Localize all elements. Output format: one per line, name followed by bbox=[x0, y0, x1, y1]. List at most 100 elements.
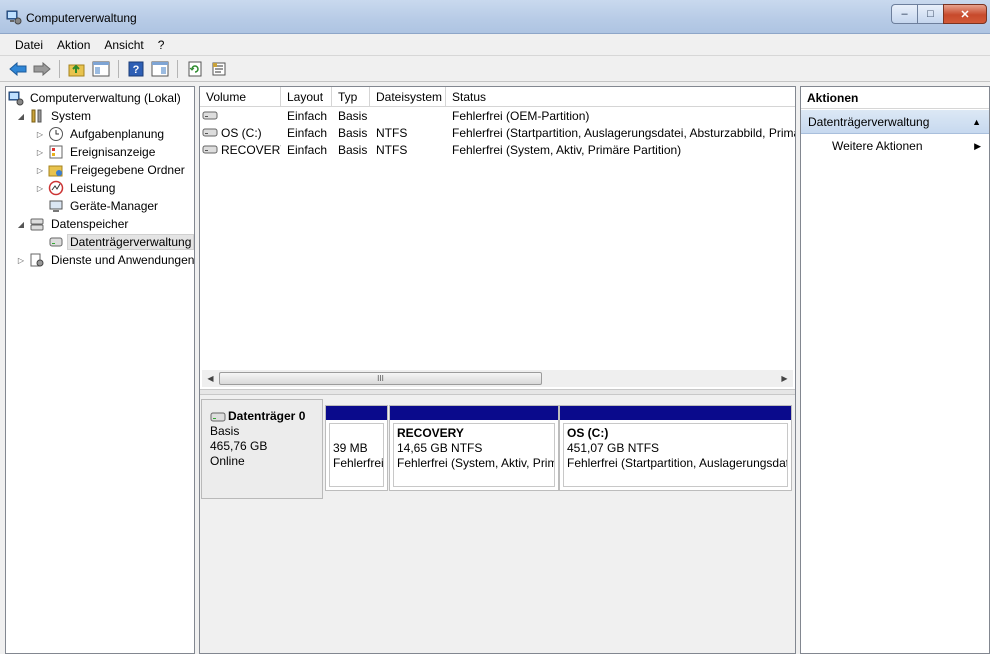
actions-section-datentraegerverwaltung[interactable]: Datenträgerverwaltung ▲ bbox=[801, 110, 989, 134]
device-manager-icon bbox=[48, 198, 64, 214]
tree-item[interactable]: ▷ Freigegebene Ordner bbox=[35, 161, 188, 179]
disk-size: 465,76 GB bbox=[210, 439, 268, 453]
tree-expander-icon[interactable]: ◢ bbox=[16, 112, 26, 121]
horizontal-scrollbar[interactable]: ◀ III ▶ bbox=[202, 370, 793, 387]
forward-button[interactable] bbox=[32, 59, 52, 79]
arrow-right-icon bbox=[33, 61, 51, 76]
action-pane-button[interactable] bbox=[150, 59, 170, 79]
partition-details: OS (C:) 451,07 GB NTFS Fehlerfrei (Start… bbox=[563, 423, 788, 487]
console-tree-button[interactable] bbox=[91, 59, 111, 79]
tree-item[interactable]: ◢ Datenspeicher bbox=[16, 215, 131, 233]
volume-list-header: Volume Layout Typ Dateisystem Status bbox=[200, 87, 795, 107]
tree-item[interactable]: ▷ Dienste und Anwendungen bbox=[16, 251, 197, 269]
title-bar[interactable]: Computerverwaltung ‒ □ ✕ bbox=[0, 0, 990, 34]
partition-oem[interactable]: 39 MB Fehlerfrei bbox=[325, 405, 388, 491]
tree-item-label: Freigegebene Ordner bbox=[70, 163, 185, 177]
cell-dateisystem: NTFS bbox=[376, 126, 408, 140]
actions-header: Aktionen bbox=[801, 87, 989, 109]
performance-icon bbox=[48, 180, 64, 196]
tree-expander-icon[interactable]: ▷ bbox=[35, 130, 45, 139]
cell-layout: Einfach bbox=[287, 143, 328, 157]
tree-item[interactable]: ▷ Leistung bbox=[35, 179, 118, 197]
up-folder-button[interactable] bbox=[67, 59, 87, 79]
console-tree-icon bbox=[92, 61, 110, 76]
cell-typ: Basis bbox=[338, 126, 368, 140]
menu-ansicht[interactable]: Ansicht bbox=[97, 38, 150, 52]
partition-recovery[interactable]: RECOVERY 14,65 GB NTFS Fehlerfrei (Syste… bbox=[389, 405, 559, 491]
computer-management-icon bbox=[8, 90, 24, 106]
disk-name: Datenträger 0 bbox=[228, 409, 306, 423]
tree-item[interactable]: Geräte-Manager bbox=[35, 197, 161, 215]
tree-expander-icon[interactable]: ▷ bbox=[35, 148, 45, 157]
column-header-layout[interactable]: Layout bbox=[281, 87, 332, 107]
menu-help[interactable]: ? bbox=[151, 38, 172, 52]
content-pane: Volume Layout Typ Dateisystem Status Ein… bbox=[199, 86, 796, 654]
tree-item[interactable]: Datenträgerverwaltung bbox=[35, 233, 195, 251]
volume-row[interactable]: RECOVERY Einfach Basis NTFS Fehlerfrei (Syst… bbox=[200, 142, 795, 159]
minimize-button[interactable]: ‒ bbox=[891, 4, 917, 24]
tree-item-label: Ereignisanzeige bbox=[70, 145, 156, 159]
column-header-status[interactable]: Status bbox=[446, 87, 795, 107]
cell-dateisystem bbox=[370, 108, 446, 125]
collapse-caret-icon[interactable]: ▲ bbox=[972, 110, 981, 134]
back-button[interactable] bbox=[8, 59, 28, 79]
cell-typ: Basis bbox=[338, 109, 368, 123]
refresh-icon bbox=[188, 61, 202, 76]
tree-item-label: Geräte-Manager bbox=[70, 199, 159, 213]
cell-volume: OS (C:) bbox=[200, 125, 281, 142]
volume-icon bbox=[202, 125, 218, 142]
partition-bar bbox=[326, 406, 387, 420]
toolbar-separator bbox=[177, 59, 178, 78]
disk-type: Basis bbox=[210, 424, 240, 438]
maximize-button[interactable]: □ bbox=[917, 4, 943, 24]
clock-icon bbox=[48, 126, 64, 142]
toolbar-separator bbox=[59, 59, 60, 78]
tree-expander-icon[interactable]: ▷ bbox=[16, 256, 26, 265]
partition-status: Fehlerfrei bbox=[333, 456, 384, 470]
cell-dateisystem: NTFS bbox=[376, 143, 408, 157]
volume-icon bbox=[202, 142, 218, 159]
scroll-right-arrow[interactable]: ▶ bbox=[776, 370, 793, 387]
scrollbar-thumb[interactable]: III bbox=[219, 372, 542, 385]
tree-expander-icon[interactable]: ▷ bbox=[35, 184, 45, 193]
disk-info[interactable]: Datenträger 0 Basis 465,76 GB Online bbox=[201, 399, 323, 499]
toolbar-separator bbox=[118, 59, 119, 78]
help-button[interactable]: ? bbox=[126, 59, 146, 79]
partition-os[interactable]: OS (C:) 451,07 GB NTFS Fehlerfrei (Start… bbox=[559, 405, 792, 491]
partition-details: RECOVERY 14,65 GB NTFS Fehlerfrei (Syste… bbox=[393, 423, 555, 487]
close-button[interactable]: ✕ bbox=[943, 4, 987, 24]
properties-button[interactable] bbox=[209, 59, 229, 79]
tree-expander-icon[interactable]: ▷ bbox=[35, 166, 45, 175]
volume-row[interactable]: OS (C:) Einfach Basis NTFS Fehlerfrei (Start… bbox=[200, 125, 795, 142]
column-header-dateisystem[interactable]: Dateisystem bbox=[370, 87, 446, 107]
cell-volume bbox=[200, 108, 281, 125]
tree-item-label: Computerverwaltung (Lokal) bbox=[30, 91, 181, 105]
column-header-typ[interactable]: Typ bbox=[332, 87, 370, 107]
menu-aktion[interactable]: Aktion bbox=[50, 38, 97, 52]
storage-icon bbox=[29, 216, 45, 232]
shared-folder-icon bbox=[48, 162, 64, 178]
disk-state: Online bbox=[210, 454, 245, 468]
actions-section-label: Datenträgerverwaltung bbox=[808, 115, 930, 129]
tree-item[interactable]: ▷ Ereignisanzeige bbox=[35, 143, 158, 161]
cell-status: Fehlerfrei (Startpartition, Auslagerungs… bbox=[452, 126, 795, 140]
volume-row[interactable]: Einfach Basis Fehlerfrei (OEM-Partition) bbox=[200, 108, 795, 125]
column-header-volume[interactable]: Volume bbox=[200, 87, 281, 107]
cell-status: Fehlerfrei (OEM-Partition) bbox=[452, 109, 590, 123]
event-viewer-icon bbox=[48, 144, 64, 160]
disk-management-icon bbox=[48, 234, 64, 250]
tree-expander-icon[interactable]: ◢ bbox=[16, 220, 26, 229]
tree-item-label: Leistung bbox=[70, 181, 116, 195]
tree-item[interactable]: Computerverwaltung (Lokal) bbox=[8, 89, 184, 107]
menu-datei[interactable]: Datei bbox=[8, 38, 50, 52]
cell-layout: Einfach bbox=[287, 126, 328, 140]
volume-icon bbox=[202, 108, 218, 125]
scroll-left-arrow[interactable]: ◀ bbox=[202, 370, 219, 387]
tree-item[interactable]: ▷ Aufgabenplanung bbox=[35, 125, 167, 143]
partition-name bbox=[333, 426, 380, 441]
action-weitere-aktionen[interactable]: Weitere Aktionen ▶ bbox=[801, 135, 989, 157]
partition-name: RECOVERY bbox=[397, 426, 464, 440]
tree-item[interactable]: ◢ System bbox=[16, 107, 94, 125]
refresh-button[interactable] bbox=[185, 59, 205, 79]
partition-bar bbox=[390, 406, 558, 420]
